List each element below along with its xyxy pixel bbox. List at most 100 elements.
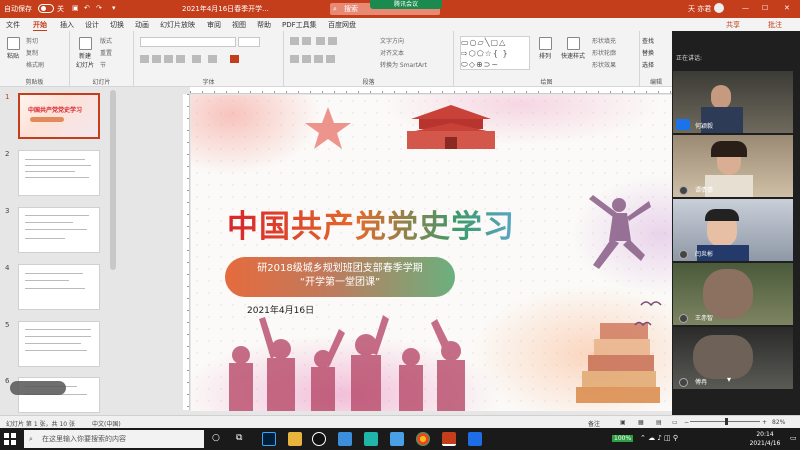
meeting-badge[interactable]: 腾讯会议 [370, 0, 442, 9]
video-tile-4[interactable]: 王赤智 [673, 263, 793, 325]
reading-view-icon[interactable]: ▤ [656, 419, 662, 426]
chrome-icon[interactable] [416, 432, 430, 446]
avatar[interactable] [714, 3, 724, 13]
tencent-docs-icon[interactable] [390, 432, 404, 446]
justify-icon[interactable] [326, 55, 335, 63]
thumbnail-scrollbar[interactable] [110, 90, 116, 270]
tab-baidu-netdisk[interactable]: 百度网盘 [328, 20, 356, 30]
italic-icon[interactable] [152, 55, 161, 63]
bold-icon[interactable] [140, 55, 149, 63]
video-tile-2[interactable]: 谭倩倩 [673, 135, 793, 197]
app-icon[interactable] [364, 432, 378, 446]
shapes-gallery[interactable]: ▭○▱╲▢△ ⇨⬡⬠☆{ } ⬭◇⊕⊃~ [460, 36, 530, 70]
tab-transitions[interactable]: 切换 [110, 20, 124, 30]
tab-help[interactable]: 帮助 [257, 20, 271, 30]
tab-home[interactable]: 开始 [33, 20, 47, 31]
bullets-icon[interactable] [290, 37, 299, 45]
align-text-button[interactable]: 对齐文本 [380, 48, 404, 57]
video-tile-1[interactable]: 何颖毅 [673, 71, 793, 133]
video-tile-3[interactable]: 闫炎彬 [673, 199, 793, 261]
redo-icon[interactable]: ↷ [96, 4, 102, 12]
thumbnail-overlay-controls[interactable] [10, 381, 66, 395]
font-size-dropdown[interactable] [238, 37, 260, 47]
tab-animations[interactable]: 动画 [135, 20, 149, 30]
tray-icons[interactable]: ⌃ ☁ ♪ ◫ ⚲ [640, 434, 678, 442]
zoom-slider-thumb[interactable] [725, 418, 728, 425]
normal-view-icon[interactable]: ▣ [620, 419, 626, 426]
mail-icon[interactable] [338, 432, 352, 446]
zoom-level[interactable]: 82% [772, 419, 785, 426]
slide-thumbnail-4[interactable] [18, 264, 100, 310]
file-explorer-icon[interactable] [288, 432, 302, 446]
underline-icon[interactable] [164, 55, 173, 63]
text-direction-button[interactable]: 文字方向 [380, 36, 404, 45]
arrange-button[interactable]: 排列 [534, 37, 556, 60]
language-indicator[interactable]: 中文(中国) [92, 419, 121, 428]
tab-view[interactable]: 视图 [232, 20, 246, 30]
indent-decrease-icon[interactable] [316, 37, 325, 45]
slide-canvas[interactable]: 中国共产党党史学习 研2018级城乡规划班团支部春季学期 “开学第一堂团课” 2… [191, 95, 672, 411]
align-center-icon[interactable] [302, 55, 311, 63]
comment-button[interactable]: 批注 [768, 20, 782, 30]
battery-indicator[interactable]: 100% [612, 435, 634, 442]
zoom-in-icon[interactable]: + [762, 419, 767, 426]
share-button[interactable]: 共享 [726, 20, 740, 30]
tab-pdf-tools[interactable]: PDF工具集 [282, 20, 317, 30]
numbering-icon[interactable] [302, 37, 311, 45]
quick-access-icon[interactable]: ▾ [112, 4, 116, 12]
reset-button[interactable]: 重置 [100, 48, 112, 57]
zoom-out-icon[interactable]: − [684, 419, 689, 426]
new-slide-button[interactable]: 新建 幻灯片 [74, 37, 96, 69]
section-button[interactable]: 节 [100, 60, 106, 69]
tab-design[interactable]: 设计 [85, 20, 99, 30]
cortana-icon[interactable]: ○ [212, 433, 220, 443]
slide-thumbnail-3[interactable] [18, 207, 100, 253]
maximize-icon[interactable]: ☐ [762, 4, 768, 12]
slideshow-icon[interactable]: ▭ [672, 419, 678, 426]
slide-title[interactable]: 中国共产党党史学习 [227, 201, 515, 246]
shape-fill-button[interactable]: 形状填充 [592, 36, 616, 45]
notifications-icon[interactable]: ▭ [790, 434, 797, 442]
video-tile-5[interactable]: 傅冉 ▾ [673, 327, 793, 389]
windows-start-icon[interactable] [4, 433, 16, 445]
taskbar-search-input[interactable]: ⌕ 在这里输入你要搜索的内容 [24, 430, 204, 448]
align-right-icon[interactable] [314, 55, 323, 63]
layout-button[interactable]: 版式 [100, 36, 112, 45]
tab-review[interactable]: 审阅 [207, 20, 221, 30]
save-icon[interactable]: ▣ [72, 4, 79, 12]
tencent-meeting-icon[interactable] [468, 432, 482, 446]
change-case-icon[interactable] [208, 55, 217, 63]
shape-outline-button[interactable]: 形状轮廓 [592, 48, 616, 57]
notes-button[interactable]: 备注 [588, 419, 600, 428]
convert-smartart-button[interactable]: 转换为 SmartArt [380, 60, 427, 69]
format-painter-button[interactable]: 格式刷 [26, 60, 44, 69]
paste-button[interactable]: 粘贴 [4, 37, 22, 60]
autosave-toggle[interactable] [38, 4, 54, 13]
slide-thumbnail-5[interactable] [18, 321, 100, 367]
tab-insert[interactable]: 插入 [60, 20, 74, 30]
shape-effects-button[interactable]: 形状效果 [592, 60, 616, 69]
font-name-dropdown[interactable] [140, 37, 236, 47]
select-button[interactable]: 选择 [642, 60, 654, 69]
tab-file[interactable]: 文件 [6, 20, 20, 30]
quick-styles-button[interactable]: 快速样式 [558, 37, 588, 60]
slide-thumbnail-2[interactable] [18, 150, 100, 196]
tab-slideshow[interactable]: 幻灯片放映 [160, 20, 195, 30]
chevron-down-icon[interactable]: ▾ [727, 375, 731, 384]
system-clock[interactable]: 20:14 2021/4/16 [740, 430, 790, 448]
copy-button[interactable]: 复制 [26, 48, 38, 57]
slide-sorter-icon[interactable]: ▦ [638, 419, 644, 426]
cut-button[interactable]: 剪切 [26, 36, 38, 45]
qq-icon[interactable] [312, 432, 326, 446]
slide-subtitle-box[interactable]: 研2018级城乡规划班团支部春季学期 “开学第一堂团课” [225, 257, 455, 297]
char-spacing-icon[interactable] [192, 55, 201, 63]
indent-increase-icon[interactable] [328, 37, 337, 45]
task-view-icon[interactable]: ⧉ [236, 433, 242, 443]
minimize-icon[interactable]: — [742, 4, 749, 12]
photoshop-icon[interactable] [262, 432, 276, 446]
undo-icon[interactable]: ↶ [84, 4, 90, 12]
powerpoint-icon[interactable] [442, 432, 456, 446]
align-left-icon[interactable] [290, 55, 299, 63]
strikethrough-icon[interactable] [176, 55, 185, 63]
user-name[interactable]: 天 亦君 [688, 4, 711, 14]
